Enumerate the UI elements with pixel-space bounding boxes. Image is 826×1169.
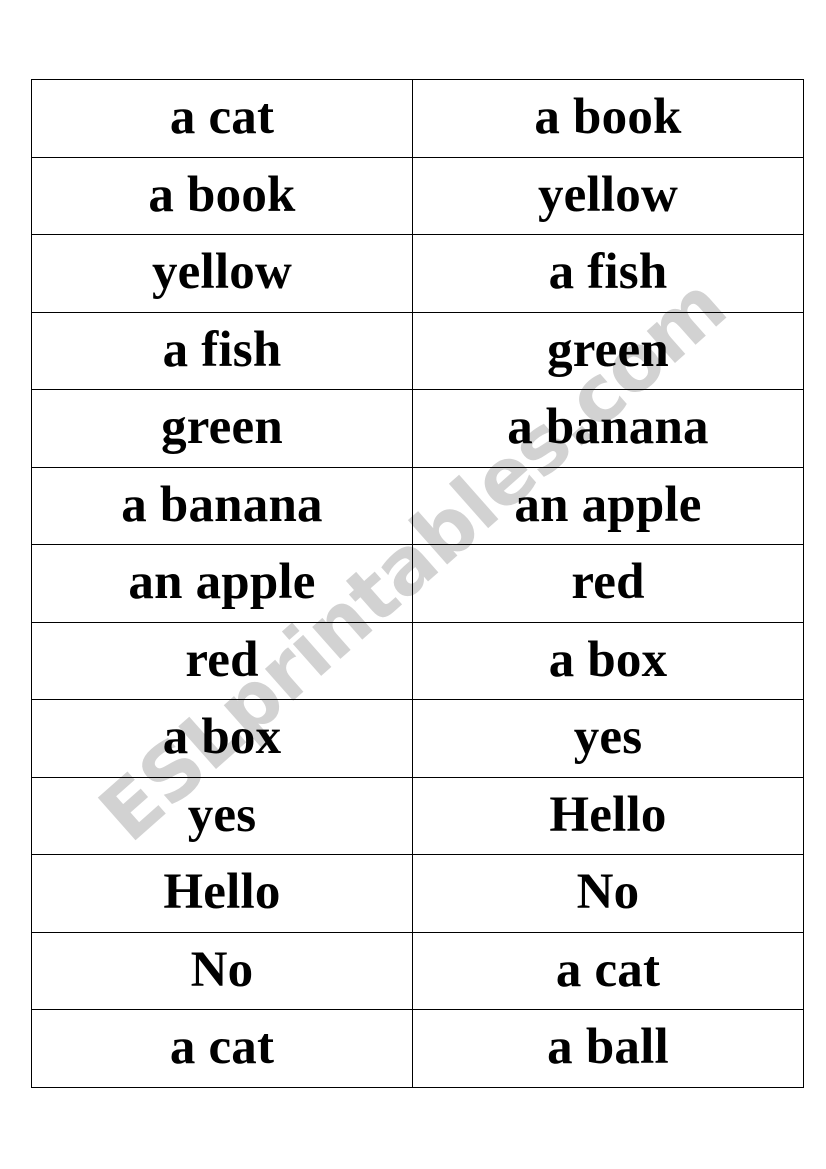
word-card-label: an apple: [128, 554, 316, 611]
word-card-cell-left[interactable]: red: [31, 621, 413, 700]
table-row: a fish green: [31, 311, 804, 390]
word-card-cell-right[interactable]: a banana: [412, 389, 804, 468]
table-row: yellow a fish: [31, 234, 804, 313]
word-card-cell-left[interactable]: a cat: [31, 1009, 413, 1088]
word-card-cell-right[interactable]: a box: [412, 621, 804, 700]
word-card-cell-right[interactable]: red: [412, 544, 804, 623]
word-card-table: a cat a book a book yellow yellow a fish a fis…: [31, 79, 804, 1088]
word-card-cell-right[interactable]: a book: [412, 79, 804, 158]
word-card-cell-left[interactable]: yellow: [31, 234, 413, 313]
word-card-cell-right[interactable]: Hello: [412, 776, 804, 855]
table-row: green a banana: [31, 389, 804, 468]
word-card-cell-right[interactable]: yes: [412, 699, 804, 778]
table-row: a cat a book: [31, 79, 804, 158]
word-card-cell-left[interactable]: an apple: [31, 544, 413, 623]
word-card-cell-left[interactable]: a banana: [31, 466, 413, 545]
word-card-label: red: [571, 554, 645, 611]
word-card-label: a cat: [555, 941, 661, 998]
word-card-label: yellow: [537, 166, 678, 223]
word-card-cell-left[interactable]: green: [31, 389, 413, 468]
word-card-label: a book: [148, 166, 296, 223]
word-card-label: Hello: [163, 864, 281, 921]
word-card-cell-left[interactable]: yes: [31, 776, 413, 855]
word-card-label: a cat: [169, 1019, 275, 1076]
word-card-cell-left[interactable]: a box: [31, 699, 413, 778]
word-card-label: yellow: [151, 244, 292, 301]
word-card-cell-right[interactable]: green: [412, 311, 804, 390]
word-card-label: a fish: [162, 321, 282, 378]
word-card-cell-right[interactable]: No: [412, 854, 804, 933]
table-row: a cat a ball: [31, 1009, 804, 1088]
word-card-label: yes: [187, 786, 257, 843]
table-row: Hello No: [31, 854, 804, 933]
word-card-label: a banana: [121, 476, 323, 533]
word-card-label: No: [190, 941, 254, 998]
word-card-label: a box: [162, 709, 282, 766]
word-card-cell-left[interactable]: a cat: [31, 79, 413, 158]
word-card-label: a banana: [507, 399, 709, 456]
word-card-label: red: [185, 631, 259, 688]
word-card-cell-left[interactable]: Hello: [31, 854, 413, 933]
word-card-cell-left[interactable]: a fish: [31, 311, 413, 390]
table-row: an apple red: [31, 544, 804, 623]
word-card-label: Hello: [549, 786, 667, 843]
word-card-cell-right[interactable]: a ball: [412, 1009, 804, 1088]
word-card-label: green: [547, 321, 669, 378]
word-card-label: a ball: [547, 1019, 669, 1076]
word-card-cell-right[interactable]: a cat: [412, 931, 804, 1010]
word-card-cell-right[interactable]: a fish: [412, 234, 804, 313]
word-card-label: a fish: [548, 244, 668, 301]
word-card-label: an apple: [514, 476, 702, 533]
word-card-label: a cat: [169, 89, 275, 146]
word-card-cell-right[interactable]: yellow: [412, 156, 804, 235]
word-card-label: No: [576, 864, 640, 921]
word-card-label: a box: [548, 631, 668, 688]
table-row: a box yes: [31, 699, 804, 778]
table-row: No a cat: [31, 931, 804, 1010]
table-row: a banana an apple: [31, 466, 804, 545]
word-card-cell-right[interactable]: an apple: [412, 466, 804, 545]
word-card-cell-left[interactable]: a book: [31, 156, 413, 235]
word-card-label: green: [161, 399, 283, 456]
word-card-table-body: a cat a book a book yellow yellow a fish a fis…: [31, 79, 804, 1088]
word-card-label: a book: [534, 89, 682, 146]
word-card-label: yes: [573, 709, 643, 766]
table-row: yes Hello: [31, 776, 804, 855]
worksheet-page: ESLprintables.com a cat a book a book yello…: [0, 0, 826, 1169]
table-row: a book yellow: [31, 156, 804, 235]
word-card-cell-left[interactable]: No: [31, 931, 413, 1010]
table-row: red a box: [31, 621, 804, 700]
